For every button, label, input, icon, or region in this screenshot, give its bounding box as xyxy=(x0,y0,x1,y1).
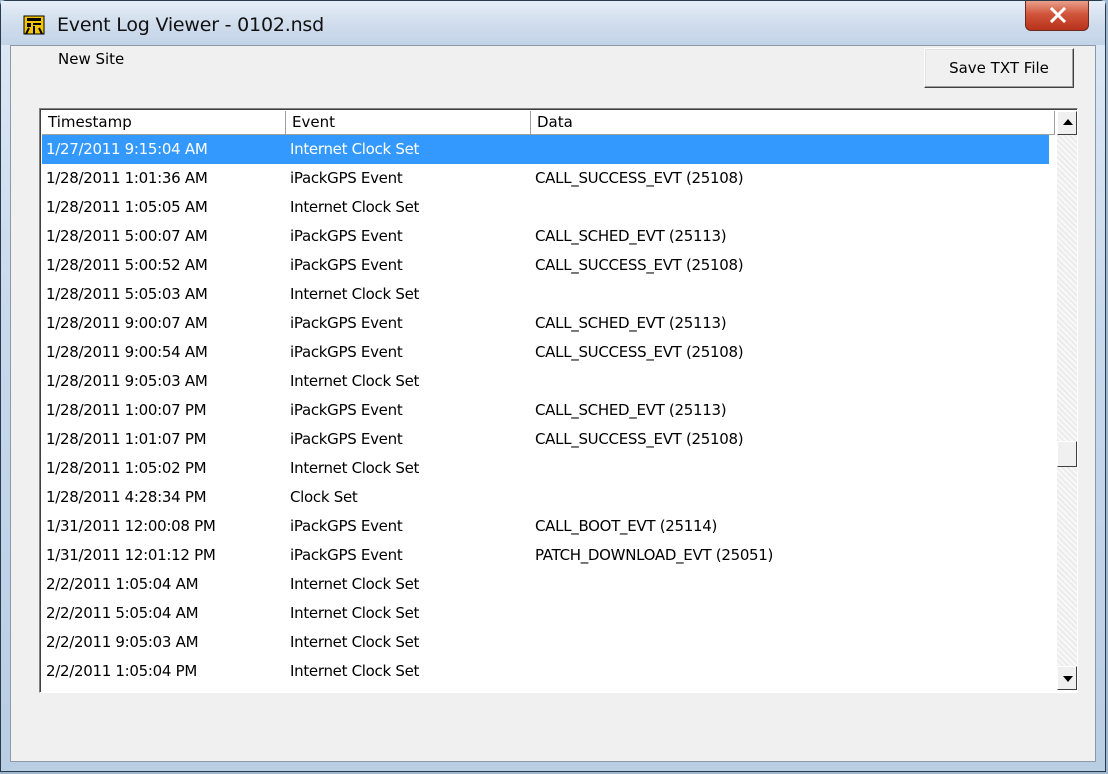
timestamp-cell: 1/28/2011 1:00:07 PM xyxy=(46,401,207,419)
table-row[interactable]: 1/28/2011 1:05:02 PM Internet Clock Set xyxy=(42,454,1049,483)
scroll-down-arrow-icon xyxy=(1063,676,1073,682)
table-row[interactable]: 1/28/2011 9:00:07 AM iPackGPS Event CALL_S… xyxy=(42,309,1049,338)
scrollbar-thumb[interactable] xyxy=(1057,441,1077,467)
scroll-down-button[interactable] xyxy=(1057,666,1077,690)
list-rows: 1/27/2011 9:15:04 AM Internet Clock Set 1/… xyxy=(42,135,1049,686)
event-cell: iPackGPS Event xyxy=(290,343,403,361)
site-name-label: New Site xyxy=(58,50,125,68)
data-cell: CALL_SCHED_EVT (25113) xyxy=(535,314,727,332)
event-log-viewer-window: Event Log Viewer - 0102.nsd New Site Sav… xyxy=(0,0,1106,772)
data-cell: CALL_SUCCESS_EVT (25108) xyxy=(535,256,744,274)
table-row[interactable]: 1/28/2011 5:00:52 AM iPackGPS Event CALL_S… xyxy=(42,251,1049,280)
data-cell: CALL_BOOT_EVT (25114) xyxy=(535,517,718,535)
column-header-event[interactable]: Event xyxy=(286,111,531,135)
event-cell: Internet Clock Set xyxy=(290,662,420,680)
data-cell xyxy=(531,657,1049,686)
data-cell xyxy=(531,193,1049,222)
data-cell xyxy=(531,367,1049,396)
event-cell: Internet Clock Set xyxy=(290,372,420,390)
timestamp-cell: 2/2/2011 1:05:04 PM xyxy=(46,662,198,680)
table-row[interactable]: 1/31/2011 12:01:12 PM iPackGPS Event PATCH… xyxy=(42,541,1049,570)
data-cell: CALL_SUCCESS_EVT (25108) xyxy=(535,169,744,187)
list-header: Timestamp Event Data xyxy=(42,111,1055,135)
table-row[interactable]: 1/28/2011 5:00:07 AM iPackGPS Event CALL_S… xyxy=(42,222,1049,251)
event-cell: iPackGPS Event xyxy=(290,314,403,332)
timestamp-cell: 1/28/2011 9:00:54 AM xyxy=(46,343,208,361)
timestamp-cell: 2/2/2011 1:05:04 AM xyxy=(46,575,199,593)
scroll-up-button[interactable] xyxy=(1057,111,1077,135)
timestamp-cell: 1/31/2011 12:01:12 PM xyxy=(46,546,216,564)
data-cell: CALL_SCHED_EVT (25113) xyxy=(535,401,727,419)
table-row[interactable]: 1/28/2011 5:05:03 AM Internet Clock Set xyxy=(42,280,1049,309)
timestamp-cell: 2/2/2011 9:05:03 AM xyxy=(46,633,199,651)
timestamp-cell: 1/28/2011 1:01:36 AM xyxy=(46,169,208,187)
event-list[interactable]: Timestamp Event Data 1/27/2011 9:15:04 A… xyxy=(39,108,1078,693)
title-bar[interactable]: Event Log Viewer - 0102.nsd xyxy=(1,1,1105,45)
timestamp-cell: 1/27/2011 9:15:04 AM xyxy=(42,135,286,164)
timestamp-cell: 1/28/2011 4:28:34 PM xyxy=(46,488,207,506)
event-cell: iPackGPS Event xyxy=(290,401,403,419)
table-row[interactable]: 1/28/2011 9:00:54 AM iPackGPS Event CALL_S… xyxy=(42,338,1049,367)
event-cell: iPackGPS Event xyxy=(290,169,403,187)
event-cell: Clock Set xyxy=(290,488,358,506)
close-button[interactable] xyxy=(1025,1,1089,31)
timestamp-cell: 1/28/2011 1:01:07 PM xyxy=(46,430,207,448)
data-cell xyxy=(531,599,1049,628)
data-cell xyxy=(531,280,1049,309)
window-title: Event Log Viewer - 0102.nsd xyxy=(57,14,324,36)
table-row[interactable]: 1/31/2011 12:00:08 PM iPackGPS Event CALL_… xyxy=(42,512,1049,541)
data-cell: CALL_SUCCESS_EVT (25108) xyxy=(535,343,744,361)
table-row[interactable]: 1/28/2011 1:00:07 PM iPackGPS Event CALL_S… xyxy=(42,396,1049,425)
column-header-data[interactable]: Data xyxy=(531,111,1055,135)
event-cell: iPackGPS Event xyxy=(290,517,403,535)
save-txt-file-label: Save TXT File xyxy=(949,59,1049,77)
timestamp-cell: 1/28/2011 5:00:52 AM xyxy=(46,256,208,274)
data-cell xyxy=(531,628,1049,657)
table-row[interactable]: 2/2/2011 5:05:04 AM Internet Clock Set xyxy=(42,599,1049,628)
table-row[interactable]: 2/2/2011 1:05:04 PM Internet Clock Set xyxy=(42,657,1049,686)
data-cell: CALL_SCHED_EVT (25113) xyxy=(535,227,727,245)
table-row[interactable]: 1/28/2011 1:05:05 AM Internet Clock Set xyxy=(42,193,1049,222)
table-row[interactable]: 1/28/2011 1:01:07 PM iPackGPS Event CALL_S… xyxy=(42,425,1049,454)
column-header-timestamp[interactable]: Timestamp xyxy=(42,111,286,135)
event-cell: Internet Clock Set xyxy=(290,604,420,622)
data-cell xyxy=(531,570,1049,599)
event-cell: Internet Clock Set xyxy=(290,575,420,593)
event-cell: Internet Clock Set xyxy=(290,633,420,651)
data-cell xyxy=(531,483,1049,512)
table-row[interactable]: 2/2/2011 1:05:04 AM Internet Clock Set xyxy=(42,570,1049,599)
event-cell: Internet Clock Set xyxy=(290,459,420,477)
event-cell: iPackGPS Event xyxy=(290,256,403,274)
table-row[interactable]: 2/2/2011 9:05:03 AM Internet Clock Set xyxy=(42,628,1049,657)
table-row[interactable]: 1/27/2011 9:15:04 AM Internet Clock Set xyxy=(42,135,1049,164)
timestamp-cell: 1/28/2011 9:00:07 AM xyxy=(46,314,208,332)
table-row[interactable]: 1/28/2011 1:01:36 AM iPackGPS Event CALL_S… xyxy=(42,164,1049,193)
event-log-icon xyxy=(23,15,45,35)
table-row[interactable]: 1/28/2011 9:05:03 AM Internet Clock Set xyxy=(42,367,1049,396)
timestamp-cell: 1/28/2011 9:05:03 AM xyxy=(46,372,208,390)
vertical-scrollbar[interactable] xyxy=(1057,111,1077,690)
event-cell: iPackGPS Event xyxy=(290,546,403,564)
data-cell: PATCH_DOWNLOAD_EVT (25051) xyxy=(535,546,774,564)
timestamp-cell: 1/28/2011 1:05:05 AM xyxy=(46,198,208,216)
timestamp-cell: 1/28/2011 1:05:02 PM xyxy=(46,459,207,477)
event-cell: Internet Clock Set xyxy=(290,198,420,216)
event-cell: Internet Clock Set xyxy=(290,285,420,303)
event-cell: Internet Clock Set xyxy=(286,135,531,164)
timestamp-cell: 1/31/2011 12:00:08 PM xyxy=(46,517,216,535)
scroll-up-arrow-icon xyxy=(1063,119,1073,125)
close-icon xyxy=(1049,7,1067,23)
data-cell xyxy=(531,454,1049,483)
save-txt-file-button[interactable]: Save TXT File xyxy=(924,48,1074,88)
data-cell: CALL_SUCCESS_EVT (25108) xyxy=(535,430,744,448)
table-row[interactable]: 1/28/2011 4:28:34 PM Clock Set xyxy=(42,483,1049,512)
timestamp-cell: 2/2/2011 5:05:04 AM xyxy=(46,604,199,622)
event-cell: iPackGPS Event xyxy=(290,227,403,245)
timestamp-cell: 1/28/2011 5:05:03 AM xyxy=(46,285,208,303)
event-cell: iPackGPS Event xyxy=(290,430,403,448)
timestamp-cell: 1/28/2011 5:00:07 AM xyxy=(46,227,208,245)
data-cell xyxy=(531,135,1049,164)
